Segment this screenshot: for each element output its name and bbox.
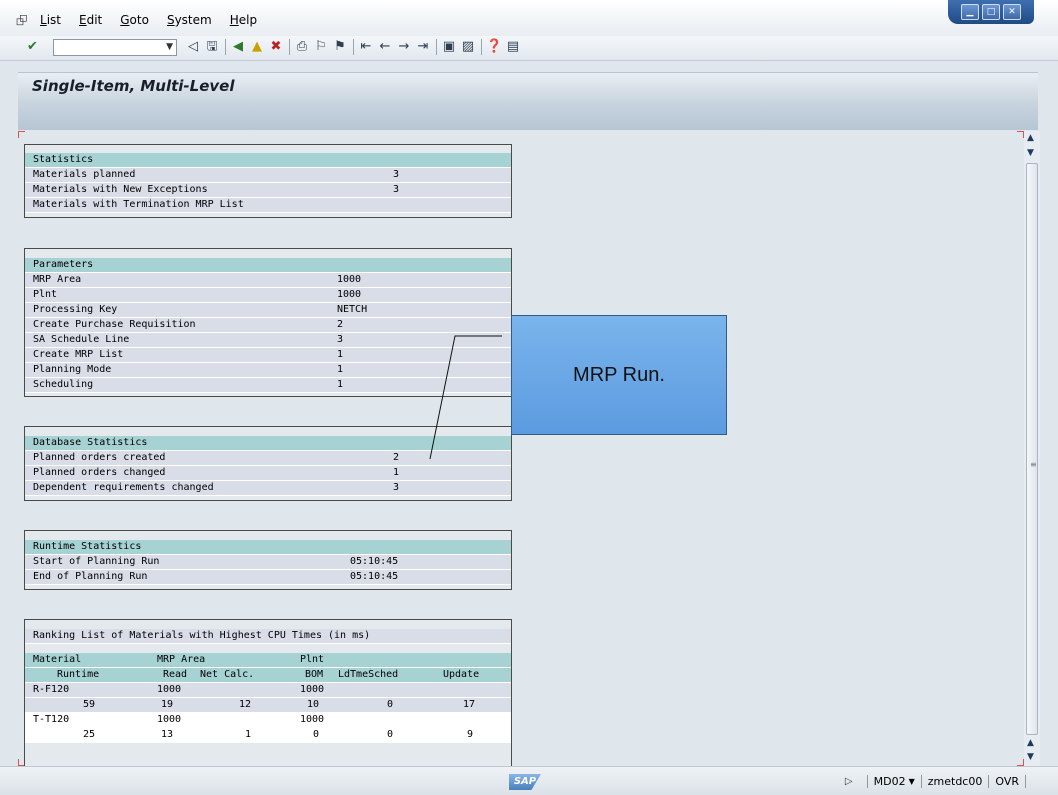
exit-icon[interactable]: ▲ [249, 39, 265, 55]
enter-check-icon[interactable]: ✔ [27, 39, 38, 54]
status-separator [866, 775, 868, 788]
list-item: Materials with New Exceptions 3 [25, 183, 511, 198]
print-icon[interactable]: ⎙ [294, 39, 310, 55]
customize-layout-icon[interactable]: ▤ [505, 39, 521, 55]
menu-exit-icon[interactable]: ⮺ [16, 10, 27, 34]
application-toolbar [18, 101, 1038, 130]
title-bar: Single-Item, Multi-Level [18, 72, 1038, 101]
list-content: Statistics Materials planned 3 Materials … [18, 131, 1024, 766]
callout-text: MRP Run. [573, 364, 665, 386]
chevron-down-icon[interactable]: ▼ [909, 777, 915, 786]
cancel-icon[interactable]: ✖ [268, 39, 284, 55]
sap-logo: SAP [509, 774, 541, 790]
status-expand-icon[interactable]: ▷ [845, 776, 853, 787]
scrollbar-thumb[interactable]: ≡ [1026, 163, 1038, 735]
list-item: Plnt 1000 [25, 288, 511, 303]
table-row: T-T120 1000 1000 [25, 713, 511, 728]
toolbar-separator [481, 39, 482, 55]
status-separator [1025, 775, 1026, 788]
collapse-left-icon[interactable]: ◁ [185, 39, 201, 55]
list-item: Planning Mode 1 [25, 363, 511, 378]
command-field[interactable]: ▼ [53, 39, 177, 56]
find-next-icon[interactable]: ⚑ [332, 39, 348, 55]
section-header: Database Statistics [25, 436, 511, 451]
create-session-icon[interactable]: ▣ [441, 39, 457, 55]
previous-page-icon[interactable]: ← [377, 39, 393, 55]
frame-corner [1017, 759, 1024, 766]
toolbar-separator [353, 39, 354, 55]
last-page-icon[interactable]: ⇥ [415, 39, 431, 55]
shortcut-icon[interactable]: ▨ [460, 39, 476, 55]
table-row: R-F120 1000 1000 [25, 683, 511, 698]
window-controls: ▁ □ ✕ [948, 0, 1034, 24]
next-page-icon[interactable]: → [396, 39, 412, 55]
section-header: Ranking List of Materials with Highest C… [25, 629, 511, 644]
find-icon[interactable]: ⚐ [313, 39, 329, 55]
statistics-section: Statistics Materials planned 3 Materials … [24, 144, 512, 218]
menu-items: List Edit Goto System Help [40, 13, 275, 27]
parameters-section: Parameters MRP Area 1000 Plnt 1000 Process… [24, 248, 512, 397]
save-icon[interactable]: 🖫 [204, 39, 220, 55]
close-icon[interactable]: ✕ [1003, 4, 1021, 20]
section-header: Statistics [25, 153, 511, 168]
first-page-icon[interactable]: ⇤ [358, 39, 374, 55]
section-header: Parameters [25, 258, 511, 273]
status-separator [920, 775, 922, 788]
list-item: Create MRP List 1 [25, 348, 511, 363]
list-item: Planned orders changed 1 [25, 466, 511, 481]
back-icon[interactable]: ◀ [230, 39, 246, 55]
column-header: Material MRP Area Plnt [25, 653, 511, 668]
status-bar: SAP ▷ MD02 ▼ zmetdc00 OVR [0, 766, 1058, 795]
list-item: Materials planned 3 [25, 168, 511, 183]
toolbar-separator [436, 39, 437, 55]
scroll-down-icon[interactable]: ▼ [1027, 752, 1034, 762]
status-info: ▷ MD02 ▼ zmetdc00 OVR [845, 775, 1032, 788]
list-item: Dependent requirements changed 3 [25, 481, 511, 496]
menu-item-edit[interactable]: Edit [79, 13, 102, 27]
help-icon[interactable]: ❓ [486, 39, 502, 55]
list-item: SA Schedule Line 3 [25, 333, 511, 348]
toolbar-separator [289, 39, 290, 55]
scroll-up-icon[interactable]: ▲ [1027, 133, 1034, 143]
menu-item-help[interactable]: Help [230, 13, 257, 27]
list-item: Scheduling 1 [25, 378, 511, 393]
insert-mode[interactable]: OVR [995, 775, 1019, 788]
table-row: 25 13 1 0 0 9 [25, 728, 511, 743]
menu-bar: ⮺ List Edit Goto System Help ▁ □ ✕ [0, 0, 1058, 36]
table-row: 59 19 12 10 0 17 [25, 698, 511, 713]
menu-item-goto[interactable]: Goto [120, 13, 149, 27]
transaction-code: MD02 [873, 775, 906, 788]
scroll-page-up-icon[interactable]: ▼ [1027, 148, 1034, 158]
chevron-down-icon[interactable]: ▼ [166, 40, 173, 55]
frame-corner [1017, 131, 1024, 138]
vertical-scrollbar[interactable]: ▲ ▼ ≡ ▲ ▼ [1024, 131, 1040, 766]
list-item: Create Purchase Requisition 2 [25, 318, 511, 333]
list-item: Materials with Termination MRP List [25, 198, 511, 213]
list-item: End of Planning Run 05:10:45 [25, 570, 511, 585]
grip-icon: ≡ [1030, 460, 1037, 469]
ranking-section: Ranking List of Materials with Highest C… [24, 619, 512, 766]
list-item: MRP Area 1000 [25, 273, 511, 288]
scroll-page-down-icon[interactable]: ▲ [1027, 738, 1034, 748]
page-title: Single-Item, Multi-Level [32, 77, 235, 95]
frame-corner [18, 131, 25, 138]
list-item: Planned orders created 2 [25, 451, 511, 466]
runtime-statistics-section: Runtime Statistics Start of Planning Run… [24, 530, 512, 590]
toolbar-separator [225, 39, 226, 55]
server-name: zmetdc00 [927, 775, 983, 788]
standard-toolbar: ✔ ▼ ◁ 🖫 ◀ ▲ ✖ ⎙ ⚐ ⚑ ⇤ ← → ⇥ ▣ ▨ ❓ ▤ [0, 36, 1058, 61]
menu-item-list[interactable]: List [40, 13, 61, 27]
status-separator [988, 775, 990, 788]
list-item: Processing Key NETCH [25, 303, 511, 318]
callout-box: MRP Run. [511, 315, 727, 435]
minimize-icon[interactable]: ▁ [961, 4, 979, 20]
database-statistics-section: Database Statistics Planned orders creat… [24, 426, 512, 501]
column-header: Runtime Read Net Calc. BOM LdTmeSched Up… [25, 668, 511, 683]
toolbar-icons: ◁ 🖫 ◀ ▲ ✖ ⎙ ⚐ ⚑ ⇤ ← → ⇥ ▣ ▨ ❓ ▤ [185, 39, 524, 55]
section-header: Runtime Statistics [25, 540, 511, 555]
menu-item-system[interactable]: System [167, 13, 212, 27]
maximize-icon[interactable]: □ [982, 4, 1000, 20]
list-item: Start of Planning Run 05:10:45 [25, 555, 511, 570]
